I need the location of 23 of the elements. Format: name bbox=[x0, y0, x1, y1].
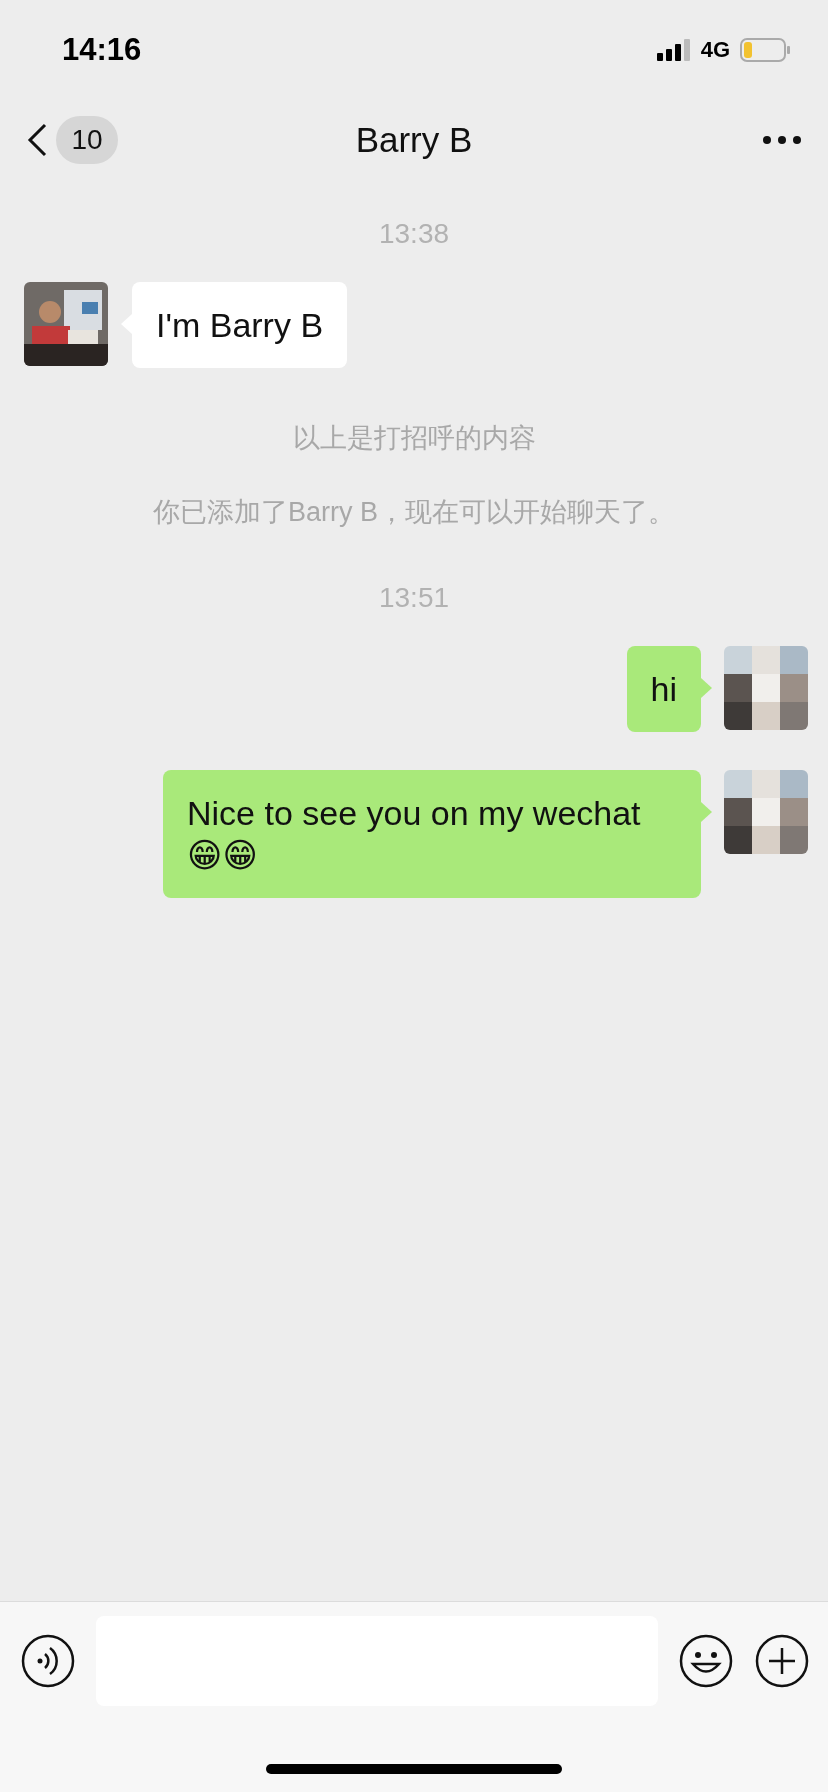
system-message: 你已添加了Barry B，现在可以开始聊天了。 bbox=[152, 496, 676, 529]
network-label: 4G bbox=[700, 37, 730, 63]
status-time: 14:16 bbox=[62, 32, 142, 68]
system-message: 以上是打招呼的内容 bbox=[291, 422, 537, 455]
chevron-left-icon bbox=[26, 123, 48, 157]
message-time: 13:51 bbox=[377, 581, 451, 615]
plus-icon bbox=[754, 1633, 810, 1689]
emoji-button[interactable] bbox=[678, 1633, 734, 1689]
back-button[interactable]: 10 bbox=[26, 116, 118, 164]
message-bubble: hi bbox=[626, 646, 701, 732]
smiley-icon bbox=[678, 1633, 734, 1689]
chat-title: Barry B bbox=[354, 120, 474, 160]
signal-icon bbox=[656, 39, 691, 61]
battery-icon bbox=[740, 38, 792, 62]
more-button[interactable] bbox=[762, 135, 802, 145]
unread-count: 10 bbox=[56, 116, 118, 164]
message-time: 13:38 bbox=[377, 217, 451, 251]
voice-button[interactable] bbox=[20, 1633, 76, 1689]
add-button[interactable] bbox=[754, 1633, 810, 1689]
message-bubble: I'm Barry B bbox=[132, 282, 348, 368]
message-bubble: Nice to see you on my wechat 😁😁 bbox=[163, 770, 701, 898]
more-icon bbox=[762, 135, 802, 145]
voice-icon bbox=[20, 1633, 76, 1689]
